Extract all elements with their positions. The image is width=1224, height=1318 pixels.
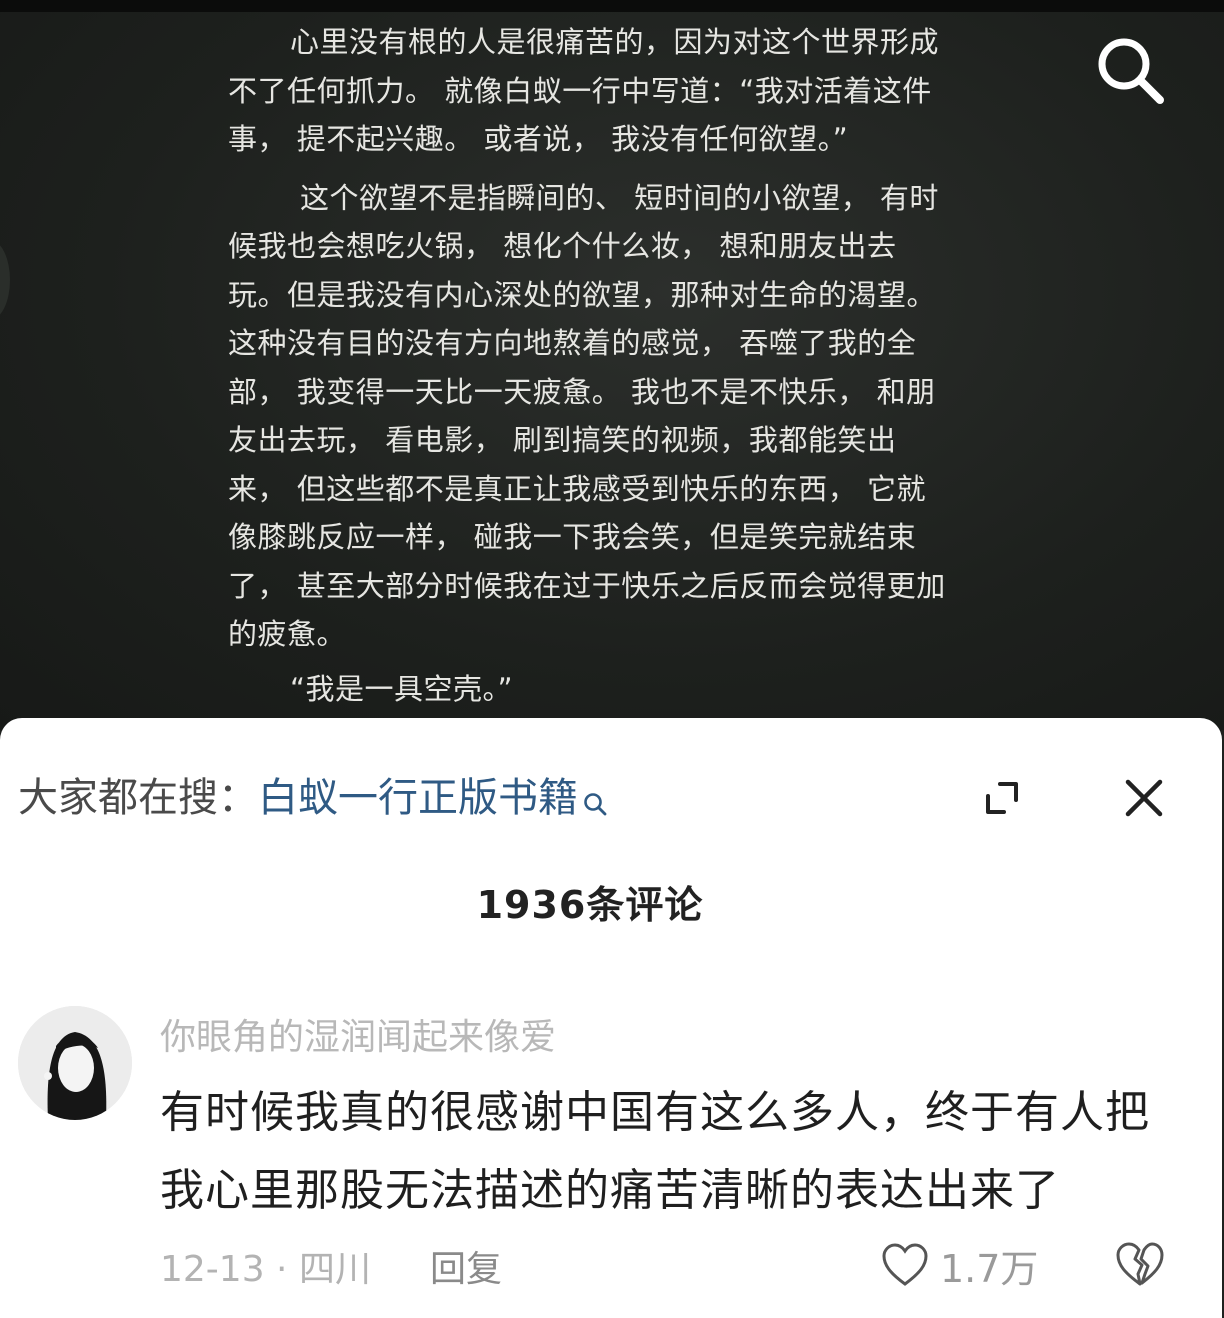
expand-button[interactable] bbox=[980, 776, 1024, 820]
like-button[interactable]: 1.7万 bbox=[880, 1240, 1039, 1291]
avatar[interactable] bbox=[18, 1006, 132, 1120]
edge-decoration bbox=[0, 240, 10, 320]
media-area[interactable]: 心里没有根的人是很痛苦的，因为对这个世界形成不了任何抓力。 就像白蚁一行中写道：… bbox=[0, 0, 1224, 730]
search-button[interactable] bbox=[1090, 30, 1170, 110]
magnifier-small-icon bbox=[582, 776, 608, 832]
dislike-button[interactable] bbox=[1114, 1240, 1166, 1288]
broken-heart-icon bbox=[1116, 1242, 1164, 1286]
heart-outline-icon bbox=[882, 1243, 928, 1286]
paragraph-2: 这个欲望不是指瞬间的、 短时间的小欲望， 有时候我也会想吃火锅， 想化个什么妆，… bbox=[228, 180, 946, 652]
comment-text: 有时候我真的很感谢中国有这么多人，终于有人把我心里那股无法描述的痛苦清晰的表达出… bbox=[160, 1087, 1150, 1216]
paragraph-3: “我是一具空壳。” bbox=[290, 671, 514, 706]
like-count: 1.7万 bbox=[940, 1246, 1039, 1291]
close-icon bbox=[1125, 779, 1163, 817]
hot-search-term[interactable]: 白蚁一行正版书籍 bbox=[258, 775, 578, 821]
book-page-text: 心里没有根的人是很痛苦的，因为对这个世界形成不了任何抓力。 就像白蚁一行中写道：… bbox=[228, 18, 948, 713]
hot-search-label: 大家都在搜： bbox=[18, 775, 258, 821]
hot-search-bar: 大家都在搜：白蚁一行正版书籍 bbox=[18, 770, 608, 830]
top-bar bbox=[0, 0, 1224, 12]
comment-count: 1936条评论 bbox=[476, 883, 704, 927]
comment-username[interactable]: 你眼角的湿润闻起来像爱 bbox=[160, 1008, 556, 1060]
search-icon bbox=[1098, 38, 1164, 104]
expand-icon bbox=[986, 782, 1018, 814]
close-button[interactable] bbox=[1120, 774, 1168, 822]
reply-button[interactable]: 回复 bbox=[430, 1240, 502, 1292]
comment-date-location: 12-13 · 四川 bbox=[160, 1249, 371, 1290]
paragraph-1: 心里没有根的人是很痛苦的，因为对这个世界形成不了任何抓力。 就像白蚁一行中写道：… bbox=[228, 25, 940, 156]
